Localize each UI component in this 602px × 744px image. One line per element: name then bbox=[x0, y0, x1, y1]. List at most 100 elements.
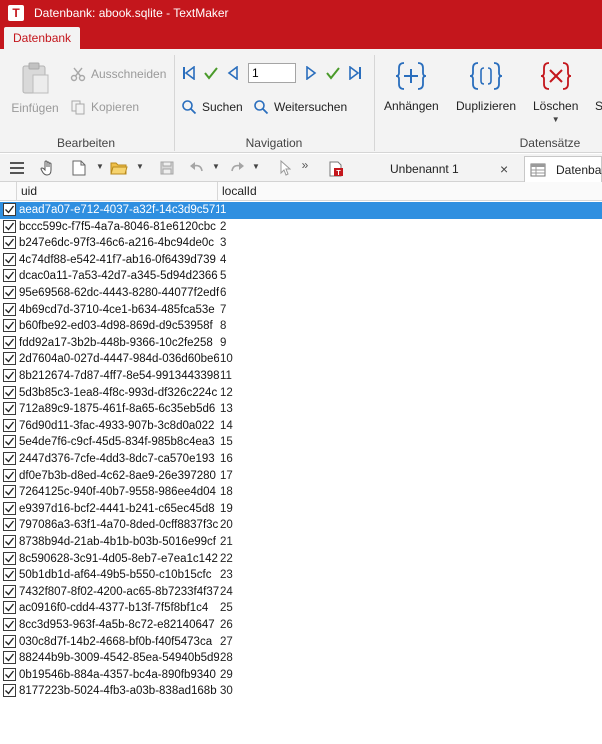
cell-localid[interactable]: 6 bbox=[220, 285, 226, 301]
cell-localid[interactable]: 26 bbox=[220, 617, 233, 633]
cell-localid[interactable]: 28 bbox=[220, 650, 233, 666]
hand-pointer-icon[interactable] bbox=[38, 159, 56, 177]
cell-uid[interactable]: 2447d376-7cfe-4dd3-8dc7-ca570e193 bbox=[19, 451, 219, 467]
table-row[interactable]: 2d7604a0-027d-4447-984d-036d60be6 10 bbox=[0, 351, 602, 368]
cell-uid[interactable]: 8177223b-5024-4fb3-a03b-838ad168b bbox=[19, 683, 219, 699]
cell-uid[interactable]: 797086a3-63f1-4a70-8ded-0cff8837f3c bbox=[19, 517, 219, 533]
new-document-icon[interactable] bbox=[70, 159, 88, 177]
cell-uid[interactable]: 95e69568-62dc-4443-8280-44077f2edf bbox=[19, 285, 219, 301]
cell-localid[interactable]: 2 bbox=[220, 219, 226, 235]
table-row[interactable]: fdd92a17-3b2b-448b-9366-10c2fe258 9 bbox=[0, 335, 602, 352]
cell-uid[interactable]: b247e6dc-97f3-46c6-a216-4bc94de0c bbox=[19, 235, 219, 251]
table-row[interactable]: b247e6dc-97f3-46c6-a216-4bc94de0c 3 bbox=[0, 235, 602, 252]
row-checkbox[interactable] bbox=[3, 203, 16, 216]
cell-uid[interactable]: dcac0a11-7a53-42d7-a345-5d94d2366 bbox=[19, 268, 219, 284]
table-row[interactable]: 797086a3-63f1-4a70-8ded-0cff8837f3c 20 bbox=[0, 517, 602, 534]
cell-localid[interactable]: 15 bbox=[220, 434, 233, 450]
table-row[interactable]: 2447d376-7cfe-4dd3-8dc7-ca570e193 16 bbox=[0, 451, 602, 468]
cursor-arrow-icon[interactable] bbox=[276, 159, 294, 177]
table-row[interactable]: ac0916f0-cdd4-4377-b13f-7f5f8bf1c4 25 bbox=[0, 600, 602, 617]
table-row[interactable]: 5d3b85c3-1ea8-4f8c-993d-df326c224c 12 bbox=[0, 385, 602, 402]
cell-uid[interactable]: 76d90d11-3fac-4933-907b-3c8d0a022 bbox=[19, 418, 219, 434]
table-row[interactable]: 5e4de7f6-c9cf-45d5-834f-985b8c4ea3 15 bbox=[0, 434, 602, 451]
cell-uid[interactable]: 5e4de7f6-c9cf-45d5-834f-985b8c4ea3 bbox=[19, 434, 219, 450]
column-header-localid[interactable]: localId bbox=[218, 182, 602, 201]
row-checkbox[interactable] bbox=[3, 667, 16, 681]
row-checkbox[interactable] bbox=[3, 252, 16, 266]
cell-uid[interactable]: 0b19546b-884a-4357-bc4a-890fb9340 bbox=[19, 667, 219, 683]
cell-localid[interactable]: 8 bbox=[220, 318, 226, 334]
cell-uid[interactable]: 4b69cd7d-3710-4ce1-b634-485fca53e bbox=[19, 302, 219, 318]
cell-uid[interactable]: 4c74df88-e542-41f7-ab16-0f6439d739 bbox=[19, 252, 219, 268]
delete-button[interactable]: Löschen ▼ bbox=[533, 59, 578, 124]
cell-uid[interactable]: 8c590628-3c91-4d05-8eb7-e7ea1c142 bbox=[19, 551, 219, 567]
cell-uid[interactable]: 5d3b85c3-1ea8-4f8c-993d-df326c224c bbox=[19, 385, 219, 401]
cell-uid[interactable]: 7432f807-8f02-4200-ac65-8b7233f4f37 bbox=[19, 584, 219, 600]
cell-localid[interactable]: 17 bbox=[220, 468, 233, 484]
tab-datenbank-document[interactable]: Datenba bbox=[524, 156, 602, 182]
next-record-icon[interactable] bbox=[302, 64, 320, 82]
cell-localid[interactable]: 1 bbox=[220, 202, 226, 218]
truncated-ribbon-button[interactable]: S bbox=[594, 59, 602, 113]
open-folder-icon[interactable] bbox=[110, 159, 128, 177]
table-row[interactable]: 8738b94d-21ab-4b1b-b03b-5016e99cf 21 bbox=[0, 534, 602, 551]
cell-uid[interactable]: fdd92a17-3b2b-448b-9366-10c2fe258 bbox=[19, 335, 219, 351]
table-row[interactable]: 8c590628-3c91-4d05-8eb7-e7ea1c142 22 bbox=[0, 551, 602, 568]
duplicate-button[interactable]: Duplizieren bbox=[456, 59, 516, 113]
row-checkbox[interactable] bbox=[3, 385, 16, 399]
row-checkbox[interactable] bbox=[3, 634, 16, 648]
cell-uid[interactable]: e9397d16-bcf2-4441-b241-c65ec45d8 bbox=[19, 501, 219, 517]
cell-localid[interactable]: 12 bbox=[220, 385, 233, 401]
table-row[interactable]: 8b212674-7d87-4ff7-8e54-9913443398 11 bbox=[0, 368, 602, 385]
cell-localid[interactable]: 21 bbox=[220, 534, 233, 550]
chevron-down-icon[interactable]: ▼ bbox=[212, 162, 220, 171]
row-checkbox[interactable] bbox=[3, 601, 16, 615]
cell-uid[interactable]: aead7a07-e712-4037-a32f-14c3d9c571 bbox=[19, 202, 219, 218]
row-checkbox[interactable] bbox=[3, 468, 16, 482]
chevron-down-icon[interactable]: ▼ bbox=[552, 115, 560, 124]
row-checkbox[interactable] bbox=[3, 452, 16, 465]
next-check-icon[interactable] bbox=[324, 64, 342, 82]
row-checkbox[interactable] bbox=[3, 618, 16, 631]
table-row[interactable]: df0e7b3b-d8ed-4c62-8ae9-26e397280 17 bbox=[0, 468, 602, 485]
overflow-chevrons-icon[interactable]: » bbox=[296, 156, 314, 174]
row-checkbox[interactable] bbox=[3, 651, 16, 665]
cell-localid[interactable]: 29 bbox=[220, 667, 233, 683]
table-row[interactable]: 8177223b-5024-4fb3-a03b-838ad168b 30 bbox=[0, 683, 602, 700]
row-checkbox[interactable] bbox=[3, 369, 16, 382]
row-checkbox[interactable] bbox=[3, 402, 16, 416]
cell-uid[interactable]: 2d7604a0-027d-4447-984d-036d60be6 bbox=[19, 351, 219, 367]
cell-localid[interactable]: 22 bbox=[220, 551, 233, 567]
cell-uid[interactable]: 8738b94d-21ab-4b1b-b03b-5016e99cf bbox=[19, 534, 219, 550]
cell-localid[interactable]: 27 bbox=[220, 634, 233, 650]
cell-localid[interactable]: 3 bbox=[220, 235, 226, 251]
cell-uid[interactable]: 88244b9b-3009-4542-85ea-54940b5d9 bbox=[19, 650, 219, 666]
append-button[interactable]: Anhängen bbox=[384, 59, 439, 113]
hamburger-menu-icon[interactable] bbox=[8, 159, 26, 177]
chevron-down-icon[interactable]: ▼ bbox=[252, 162, 260, 171]
table-row[interactable]: bccc599c-f7f5-4a7a-8046-81e6120cbc 2 bbox=[0, 219, 602, 236]
table-row[interactable]: 0b19546b-884a-4357-bc4a-890fb9340 29 bbox=[0, 667, 602, 684]
cell-localid[interactable]: 25 bbox=[220, 600, 233, 616]
table-row[interactable]: 8cc3d953-963f-4a5b-8c72-e82140647 26 bbox=[0, 617, 602, 634]
cell-localid[interactable]: 18 bbox=[220, 484, 233, 500]
cell-localid[interactable]: 11 bbox=[220, 368, 232, 384]
database-grid[interactable]: uid localId aead7a07-e712-4037-a32f-14c3… bbox=[0, 182, 602, 744]
cut-button[interactable]: Ausschneiden bbox=[70, 64, 166, 84]
cell-localid[interactable]: 16 bbox=[220, 451, 233, 467]
row-checkbox[interactable] bbox=[3, 236, 16, 250]
textmaker-app-icon[interactable]: T bbox=[8, 4, 24, 21]
search-next-button[interactable]: Weitersuchen bbox=[253, 97, 347, 117]
cell-uid[interactable]: df0e7b3b-d8ed-4c62-8ae9-26e397280 bbox=[19, 468, 219, 484]
column-header-uid[interactable]: uid bbox=[17, 182, 218, 201]
previous-record-icon[interactable] bbox=[224, 64, 242, 82]
cell-uid[interactable]: bccc599c-f7f5-4a7a-8046-81e6120cbc bbox=[19, 219, 219, 235]
cell-localid[interactable]: 4 bbox=[220, 252, 226, 268]
row-checkbox[interactable] bbox=[3, 219, 16, 233]
row-checkbox[interactable] bbox=[3, 518, 16, 532]
cell-uid[interactable]: 50b1db1d-af64-49b5-b550-c10b15cfc bbox=[19, 567, 219, 583]
table-row[interactable]: 4b69cd7d-3710-4ce1-b634-485fca53e 7 bbox=[0, 302, 602, 319]
cell-localid[interactable]: 19 bbox=[220, 501, 233, 517]
row-checkbox[interactable] bbox=[3, 352, 16, 366]
row-checkbox[interactable] bbox=[3, 435, 16, 449]
